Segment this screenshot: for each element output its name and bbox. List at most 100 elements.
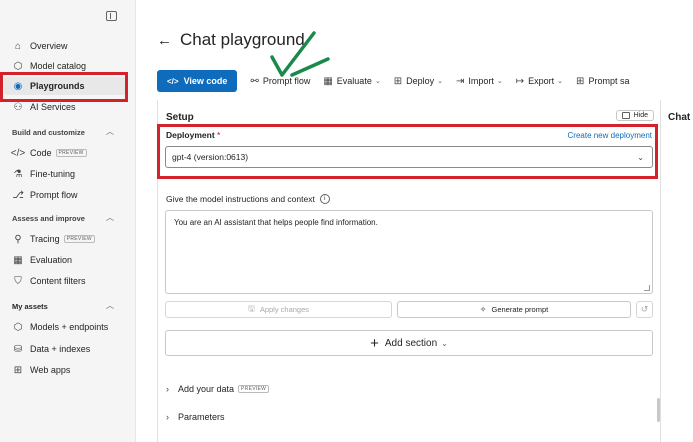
apply-changes-button[interactable]: 🖫 Apply changes xyxy=(165,301,392,318)
generate-prompt-button[interactable]: ✧ Generate prompt xyxy=(397,301,631,318)
sidebar-item-label: AI Services xyxy=(30,102,76,112)
prompt-samples-label: Prompt sa xyxy=(588,76,630,86)
chevron-down-icon: ⌄ xyxy=(557,78,564,85)
chevron-down-icon: ⌄ xyxy=(374,78,381,85)
deploy-label: Deploy xyxy=(406,76,435,86)
export-button[interactable]: ↦ Export ⌄ xyxy=(516,76,563,87)
evaluation-icon: ▦ xyxy=(13,254,23,266)
info-icon[interactable]: i xyxy=(319,194,330,204)
parameters-label: Parameters xyxy=(178,412,225,422)
sidebar-item-label: Evaluation xyxy=(30,255,73,265)
section-build-customize: Build and customize xyxy=(12,128,85,137)
panel-icon xyxy=(621,112,630,119)
import-label: Import xyxy=(468,76,494,86)
generate-prompt-label: Generate prompt xyxy=(491,305,549,314)
prompt-samples-button[interactable]: ⊞ Prompt sa xyxy=(576,76,629,87)
hide-label: Hide xyxy=(633,112,648,119)
chevron-down-icon: ⌄ xyxy=(496,78,503,85)
evaluation-icon: ▦ xyxy=(323,75,333,87)
resize-handle-icon[interactable] xyxy=(644,285,650,291)
instructions-label-text: Give the model instructions and context xyxy=(166,194,315,204)
chevron-up-icon[interactable]: ︿ xyxy=(106,300,114,311)
code-icon: </> xyxy=(167,76,179,86)
chevron-up-icon[interactable]: ︿ xyxy=(106,126,114,137)
sidebar-item-fine-tuning[interactable]: ⚗ Fine-tuning xyxy=(12,165,76,183)
toolbar: </> View code ⚯ Prompt flow ▦ Evaluate ⌄… xyxy=(157,69,629,93)
export-icon: ↦ xyxy=(515,75,525,87)
apply-changes-label: Apply changes xyxy=(259,305,310,314)
setup-title: Setup xyxy=(166,112,194,123)
code-icon: </> xyxy=(10,147,26,159)
sidebar-item-data-indexes[interactable]: ⛁ Data + indexes xyxy=(12,340,91,358)
plus-icon: + xyxy=(370,334,379,352)
evaluate-button[interactable]: ▦ Evaluate ⌄ xyxy=(323,76,380,87)
back-arrow-icon[interactable]: ← xyxy=(157,32,172,49)
view-code-label: View code xyxy=(183,76,228,86)
sidebar-item-label: Overview xyxy=(30,41,68,51)
web-icon: ⊞ xyxy=(13,364,23,376)
add-section-label: Add section xyxy=(384,337,438,349)
reset-icon: ↺ xyxy=(640,304,649,314)
panel-icon[interactable] xyxy=(106,11,117,21)
grid-icon: ⊞ xyxy=(576,75,585,87)
sidebar-item-label: Models + endpoints xyxy=(30,322,109,332)
chevron-right-icon: › xyxy=(166,412,169,422)
sidebar-item-overview[interactable]: ⌂ Overview xyxy=(12,37,68,55)
section-my-assets: My assets xyxy=(12,302,48,311)
preview-badge: PREVIEW xyxy=(55,149,87,157)
sidebar-item-ai-services[interactable]: ⚇ AI Services xyxy=(12,101,76,113)
chat-pane-title: Chat xyxy=(668,112,691,123)
view-code-button[interactable]: </> View code xyxy=(157,70,238,92)
playgrounds-highlight-box xyxy=(0,72,128,102)
sidebar-item-label: Model catalog xyxy=(30,61,87,71)
sidebar-item-label: Fine-tuning xyxy=(30,169,76,179)
sidebar-item-label: Content filters xyxy=(30,276,86,286)
hide-button[interactable]: Hide xyxy=(615,110,654,121)
sidebar-item-label: Web apps xyxy=(30,365,71,375)
chevron-down-icon: ⌄ xyxy=(437,78,443,85)
home-icon: ⌂ xyxy=(14,40,22,52)
sidebar-item-label: Prompt flow xyxy=(30,190,78,200)
preview-badge: PREVIEW xyxy=(63,235,95,243)
import-icon: ⇥ xyxy=(455,75,465,87)
flask-icon: ⚗ xyxy=(13,168,23,180)
system-message-textarea[interactable]: You are an AI assistant that helps peopl… xyxy=(165,210,653,294)
deployment-highlight-box xyxy=(157,124,658,179)
sidebar-item-models-endpoints[interactable]: ⬡ Models + endpoints xyxy=(12,318,109,336)
add-your-data-label: Add your data xyxy=(178,384,235,394)
parameters-expander[interactable]: › Parameters xyxy=(166,412,225,422)
sidebar-item-content-filters[interactable]: ⛉ Content filters xyxy=(12,272,86,290)
ai-services-icon: ⚇ xyxy=(13,101,23,113)
sidebar-item-code[interactable]: </> Code PREVIEW xyxy=(10,144,87,162)
cube-icon: ⬡ xyxy=(13,60,23,72)
chevron-right-icon: › xyxy=(166,384,169,394)
sidebar-item-prompt-flow[interactable]: ⎇ Prompt flow xyxy=(12,186,78,204)
sidebar: ⌂ Overview ⬡ Model catalog ◉ Playgrounds… xyxy=(0,0,136,442)
sidebar-item-web-apps[interactable]: ⊞ Web apps xyxy=(12,361,71,379)
chevron-up-icon[interactable]: ︿ xyxy=(106,212,114,223)
evaluate-label: Evaluate xyxy=(336,76,372,86)
chevron-down-icon: ⌄ xyxy=(441,338,448,348)
flow-icon: ⎇ xyxy=(12,189,24,201)
sidebar-item-evaluation[interactable]: ▦ Evaluation xyxy=(12,251,72,269)
instructions-label: Give the model instructions and context … xyxy=(166,194,330,204)
scrollbar-thumb[interactable] xyxy=(657,398,660,422)
flow-icon: ⚯ xyxy=(250,75,259,87)
prompt-flow-label: Prompt flow xyxy=(262,76,311,86)
export-label: Export xyxy=(528,76,555,86)
section-assess-improve: Assess and improve xyxy=(12,214,85,223)
add-your-data-expander[interactable]: › Add your data PREVIEW xyxy=(166,384,270,394)
prompt-flow-button[interactable]: ⚯ Prompt flow xyxy=(250,76,310,87)
add-section-button[interactable]: + Add section ⌄ xyxy=(165,330,653,356)
reset-button[interactable]: ↺ xyxy=(636,301,653,318)
tracing-icon: ⚲ xyxy=(14,233,22,245)
save-icon: 🖫 xyxy=(247,303,255,313)
sidebar-item-label: Code xyxy=(30,148,52,158)
import-button[interactable]: ⇥ Import ⌄ xyxy=(456,76,503,87)
preview-badge: PREVIEW xyxy=(238,385,270,393)
cube-icon: ⬡ xyxy=(13,321,23,333)
deploy-button[interactable]: ⊞ Deploy ⌄ xyxy=(394,76,443,87)
deploy-icon: ⊞ xyxy=(393,75,403,87)
database-icon: ⛁ xyxy=(13,343,23,355)
sidebar-item-tracing[interactable]: ⚲ Tracing PREVIEW xyxy=(12,230,95,248)
